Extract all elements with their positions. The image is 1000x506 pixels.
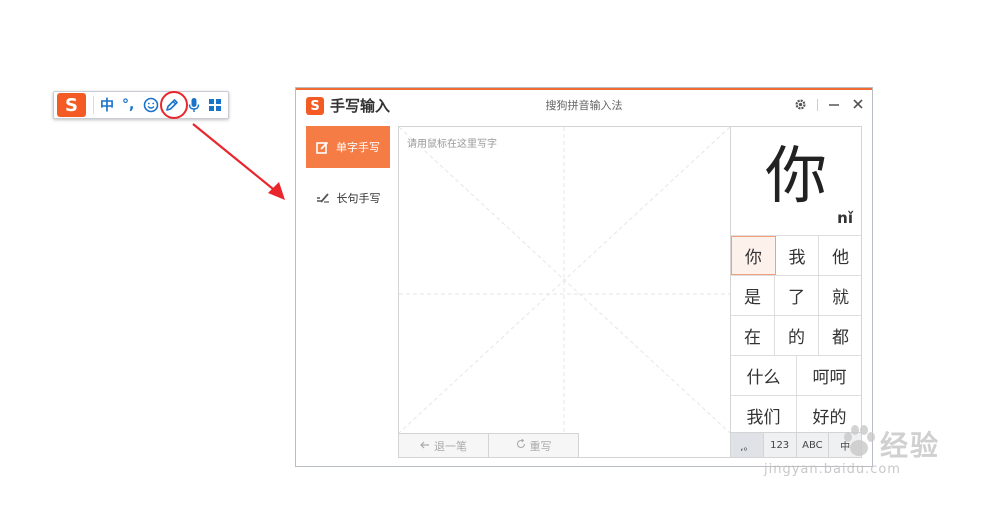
handwriting-pad[interactable]: 请用鼠标在这里写字 退一笔 重写 bbox=[398, 126, 731, 458]
sidebar-item-single-char[interactable]: 单字手写 bbox=[306, 126, 390, 168]
candidate-panel: 你 nǐ 你 我 他 是 了 就 在 的 都 什么 呵呵 我们 好的 ,。 12… bbox=[730, 126, 862, 458]
sidebar-item-label: 单字手写 bbox=[336, 141, 380, 154]
pad-placeholder: 请用鼠标在这里写字 bbox=[407, 139, 497, 150]
candidate-cell[interactable]: 他 bbox=[819, 236, 861, 275]
sentence-write-icon bbox=[316, 192, 330, 204]
candidate-row: 在 的 都 bbox=[731, 315, 861, 355]
candidate-cell[interactable]: 的 bbox=[775, 316, 819, 355]
candidate-cell[interactable]: 什么 bbox=[731, 356, 797, 395]
candidate-preview-char: 你 bbox=[764, 139, 827, 212]
mode-sidebar: 单字手写 长句手写 bbox=[306, 126, 390, 228]
rewrite-button[interactable]: 重写 bbox=[489, 433, 579, 457]
candidate-cell[interactable]: 我 bbox=[776, 236, 820, 275]
candidate-cell[interactable]: 就 bbox=[819, 276, 861, 315]
watermark-url: jingyan.baidu.com bbox=[764, 462, 901, 477]
candidate-cell[interactable]: 呵呵 bbox=[797, 356, 861, 395]
candidate-row: 你 我 他 bbox=[731, 235, 861, 275]
candidate-cell[interactable]: 我们 bbox=[731, 396, 797, 435]
window-title: 手写输入 bbox=[330, 97, 391, 115]
close-icon[interactable] bbox=[850, 96, 866, 112]
handwriting-input-window: S 手写输入 搜狗拼音输入法 单字手写 长句手写 请用鼠标在这里写字 退一笔 重… bbox=[295, 87, 873, 467]
pad-action-bar: 退一笔 重写 bbox=[399, 433, 579, 457]
candidate-cell[interactable]: 你 bbox=[731, 236, 776, 275]
undo-stroke-button[interactable]: 退一笔 bbox=[399, 433, 489, 457]
candidate-cell[interactable]: 是 bbox=[731, 276, 775, 315]
candidate-preview-pinyin: nǐ bbox=[837, 209, 853, 227]
title-bar[interactable]: S 手写输入 搜狗拼音输入法 bbox=[296, 90, 872, 122]
sidebar-item-label: 长句手写 bbox=[336, 192, 381, 205]
arrow-left-icon bbox=[420, 439, 430, 452]
pad-guide-lines bbox=[399, 127, 730, 433]
punctuation-mode-button[interactable]: ,。 bbox=[731, 433, 764, 457]
minimize-icon[interactable] bbox=[826, 96, 842, 112]
sidebar-item-long-sentence[interactable]: 长句手写 bbox=[306, 177, 390, 219]
rewrite-label: 重写 bbox=[529, 439, 552, 453]
candidate-grid: 你 我 他 是 了 就 在 的 都 什么 呵呵 我们 好的 bbox=[731, 235, 861, 435]
paw-logo-icon bbox=[844, 425, 875, 456]
candidate-row: 是 了 就 bbox=[731, 275, 861, 315]
candidate-cell[interactable]: 在 bbox=[731, 316, 775, 355]
baidu-jingyan-watermark: 经验 jingyan.baidu.com bbox=[764, 418, 1000, 488]
number-mode-button[interactable]: 123 bbox=[764, 433, 797, 457]
window-logo: S bbox=[306, 97, 324, 115]
single-char-edit-icon bbox=[316, 141, 329, 154]
gear-icon[interactable] bbox=[792, 96, 808, 112]
candidate-row: 什么 呵呵 bbox=[731, 355, 861, 395]
title-bar-divider bbox=[817, 99, 818, 111]
watermark-text: 经验 bbox=[880, 429, 941, 462]
refresh-icon bbox=[516, 438, 526, 452]
undo-stroke-label: 退一笔 bbox=[434, 439, 467, 453]
candidate-cell[interactable]: 了 bbox=[775, 276, 819, 315]
candidate-cell[interactable]: 都 bbox=[819, 316, 861, 355]
